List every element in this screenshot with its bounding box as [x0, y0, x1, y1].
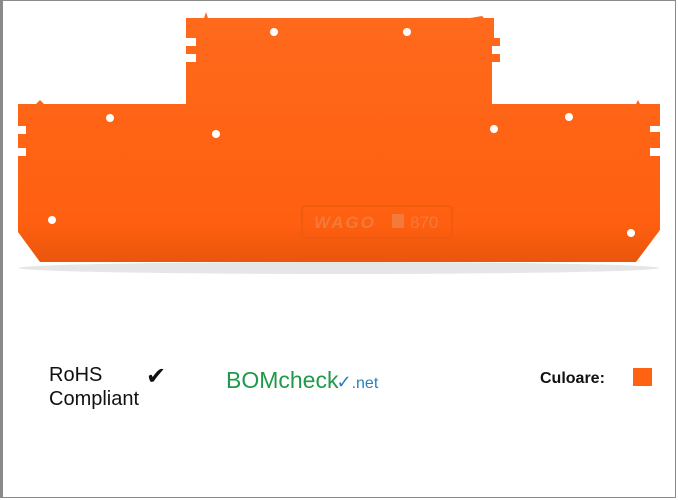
color-swatch	[633, 368, 652, 386]
bomcheck-logo-net: .net	[351, 375, 379, 392]
rohs-label: RoHS Compliant	[49, 363, 139, 411]
embossed-series: 870	[410, 213, 438, 232]
bomcheck-logo[interactable]: BOMcheck✓.net	[226, 365, 378, 399]
embossed-block	[392, 214, 404, 228]
checkmark-icon: ✔	[146, 362, 167, 390]
bomcheck-tick-icon: ✓	[336, 372, 352, 392]
embossed-brand: WAGO	[314, 213, 376, 232]
rohs-line-1: RoHS	[49, 364, 103, 386]
plate-shadow	[19, 262, 659, 274]
rohs-line-2: Compliant	[49, 388, 140, 410]
color-label: Culoare:	[540, 370, 605, 387]
product-image: WAGO 870	[0, 0, 678, 290]
bomcheck-logo-check: check	[278, 367, 339, 393]
bomcheck-logo-bom: BOM	[226, 367, 279, 393]
